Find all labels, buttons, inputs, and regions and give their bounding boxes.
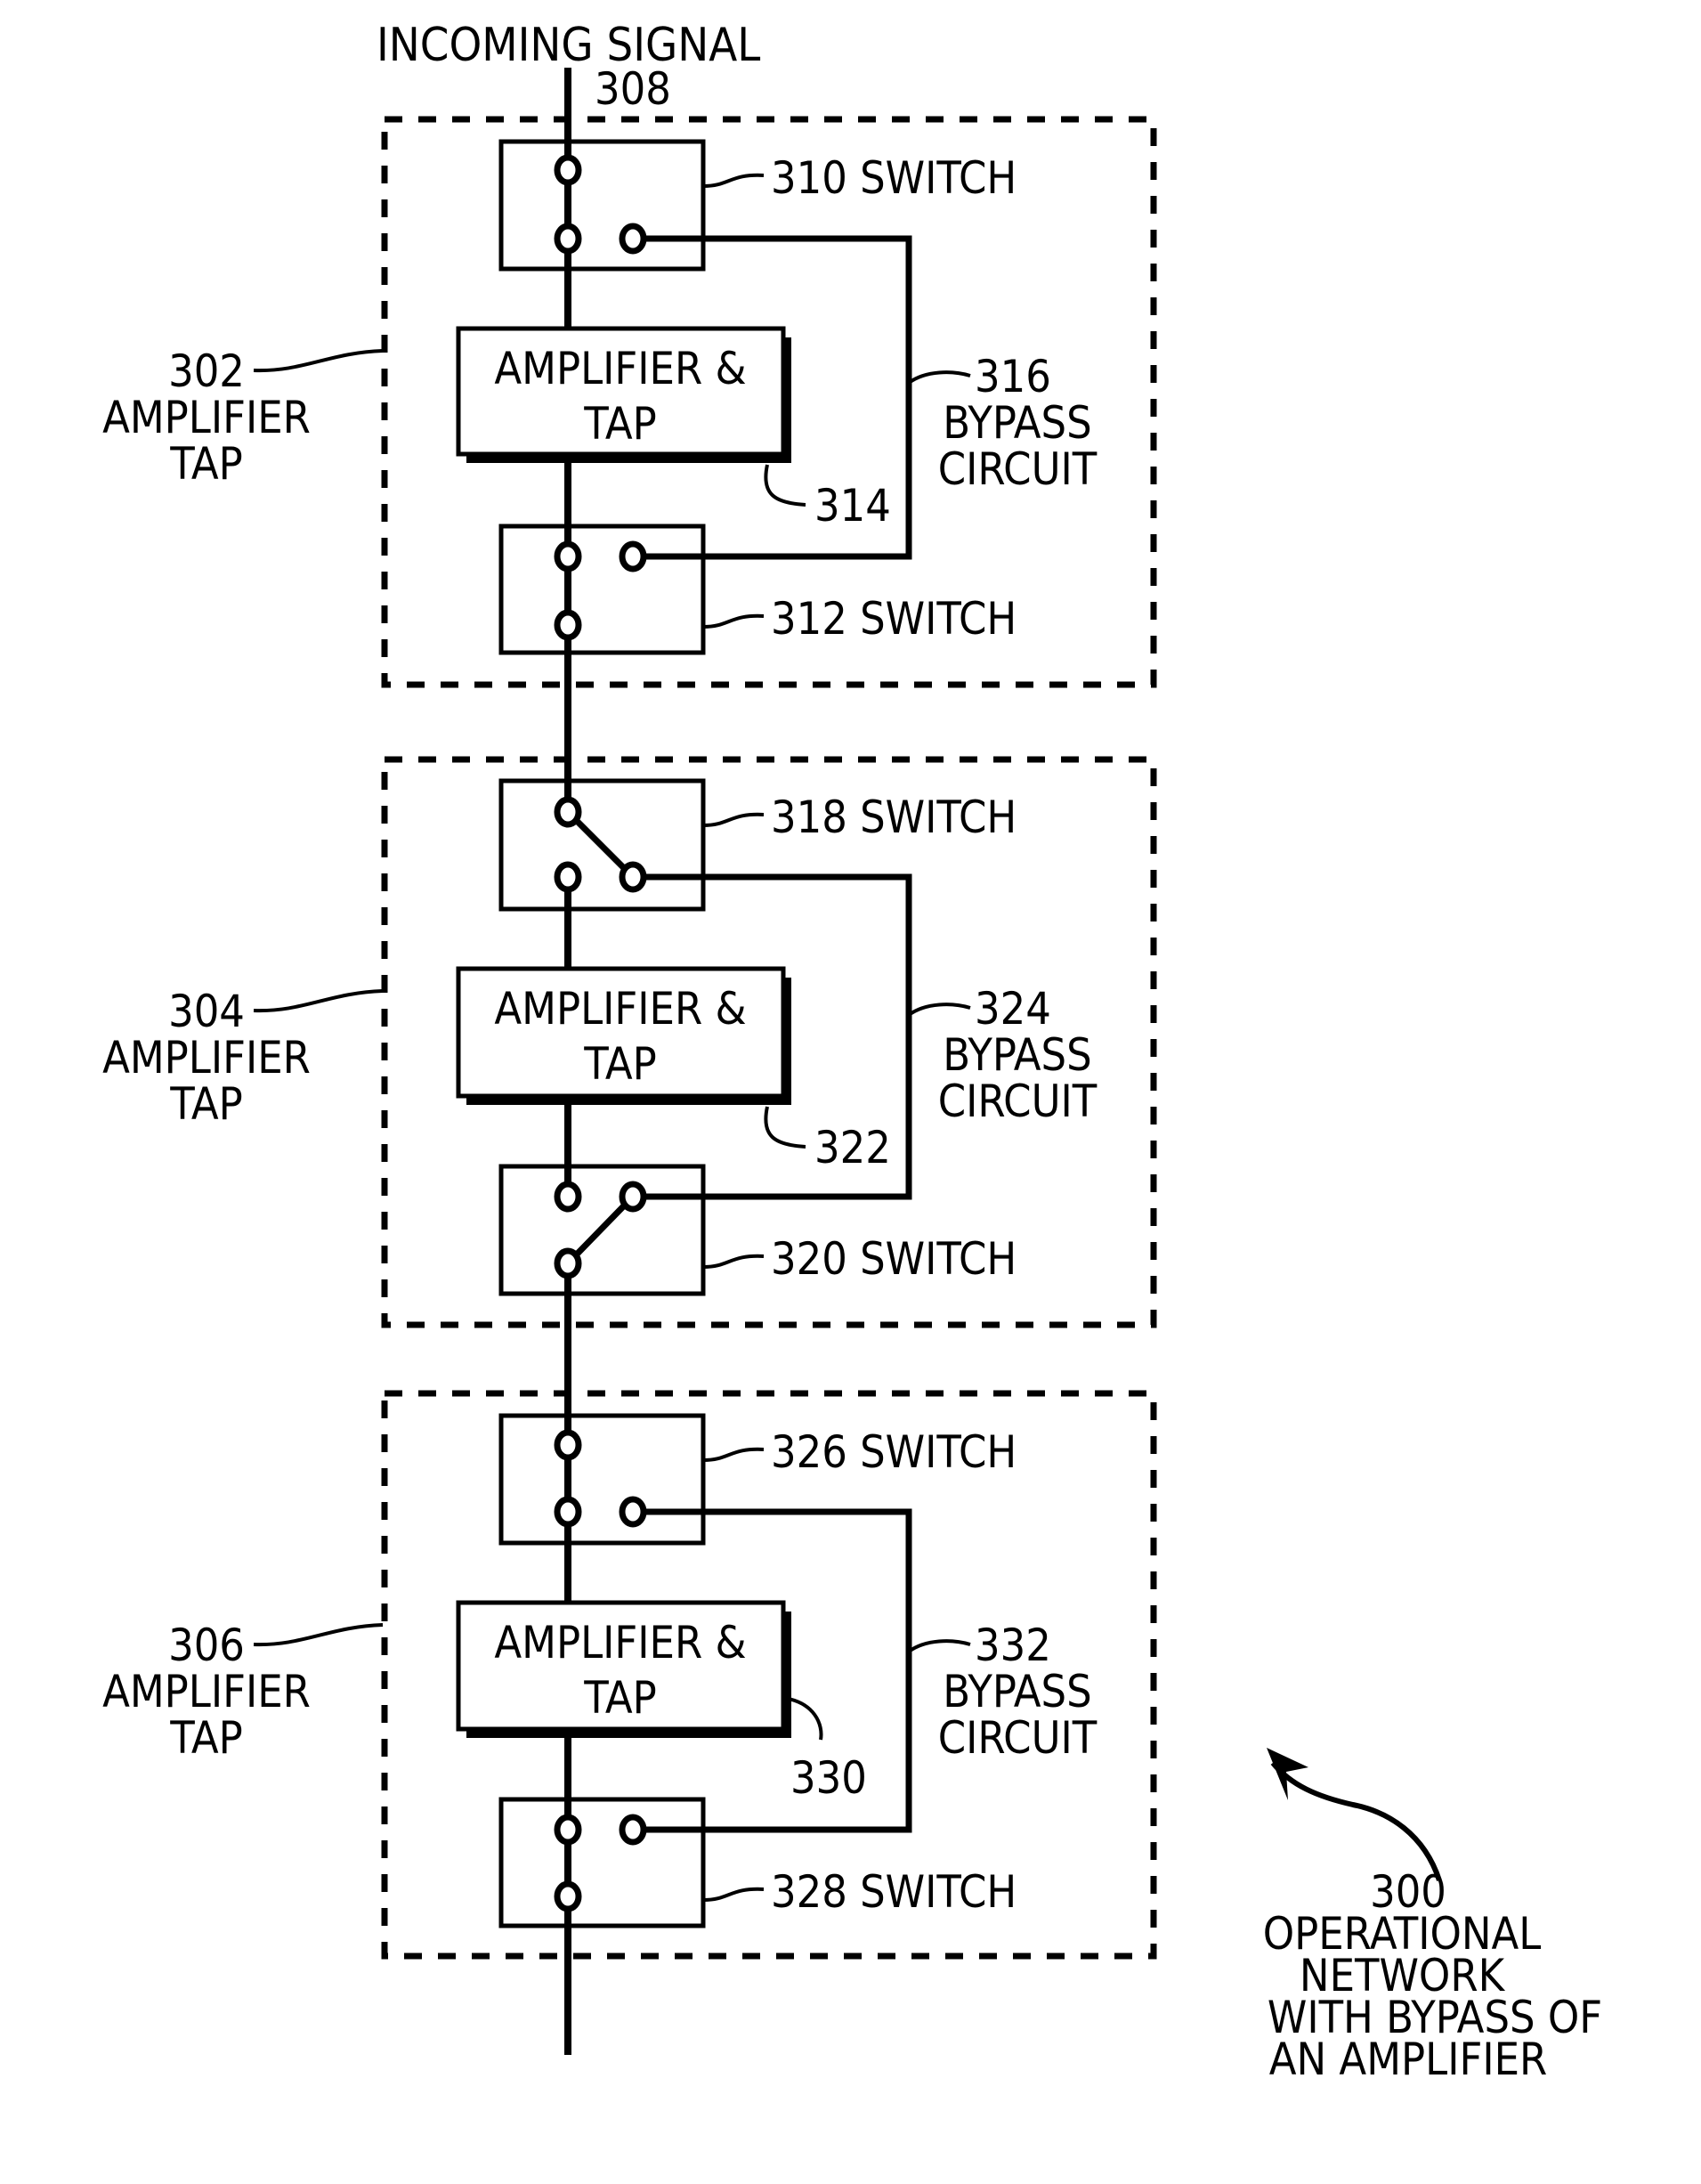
- bottom-switch: 312 SWITCH: [498, 524, 1017, 655]
- switch-label: 310 SWITCH: [771, 152, 1017, 204]
- amplifier-tap-ref: 302: [168, 345, 245, 397]
- amplifier-ref: 330: [790, 1752, 867, 1804]
- amplifier-label-line-2: TAP: [583, 1038, 656, 1090]
- top-switch: 318 SWITCH: [498, 778, 1017, 912]
- switch-contact-icon: [619, 1496, 647, 1528]
- amplifier-ref: 322: [814, 1122, 891, 1173]
- switch-box: [498, 139, 706, 272]
- amplifier-tap-name-line-1: AMPLIFIER: [102, 392, 311, 443]
- bypass-label-line-2: CIRCUIT: [938, 1712, 1098, 1764]
- switch-contact-icon: [554, 1880, 582, 1912]
- amplifier-tap-ref: 304: [168, 986, 245, 1037]
- switch-label: 312 SWITCH: [771, 593, 1017, 645]
- amplifier-label-line-1: AMPLIFIER &: [494, 983, 746, 1035]
- switch-box: [498, 1797, 706, 1928]
- switch-contact-icon: [554, 1814, 582, 1846]
- switch-contact-icon: [619, 1814, 647, 1846]
- switch-box: [498, 1413, 706, 1546]
- amplifier-tap-name-line-2: TAP: [169, 1078, 242, 1130]
- bypass-label-line-2: CIRCUIT: [938, 443, 1098, 495]
- amplifier-tap-name-line-1: AMPLIFIER: [102, 1032, 311, 1084]
- top-switch: 326 SWITCH: [498, 1413, 1017, 1546]
- switch-contact-icon: [619, 861, 647, 893]
- switch-contact-icon: [554, 609, 582, 641]
- switch-contact-icon: [619, 540, 647, 572]
- bottom-switch: 328 SWITCH: [498, 1797, 1017, 1928]
- bottom-switch: 320 SWITCH: [498, 1164, 1017, 1296]
- switch-contact-icon: [554, 1429, 582, 1461]
- operational-network-diagram: INCOMING SIGNAL 308 AMPLIFIER &TAP314310…: [102, 19, 1602, 2085]
- amplifier-tap-name-line-1: AMPLIFIER: [102, 1666, 311, 1717]
- switch-contact-icon: [554, 1496, 582, 1528]
- incoming-signal-label: INCOMING SIGNAL: [377, 19, 760, 72]
- switch-box: [498, 524, 706, 655]
- switch-contact-icon: [554, 223, 582, 255]
- amplifier-label-line-2: TAP: [583, 398, 656, 450]
- bypass-label-line-1: BYPASS: [943, 1029, 1091, 1081]
- bypass-ref: 332: [975, 1620, 1051, 1671]
- amplifier-label-line-2: TAP: [583, 1672, 656, 1724]
- bypass-ref: 316: [975, 351, 1051, 402]
- switch-contact-icon: [554, 540, 582, 572]
- amplifier-tap-ref: 306: [168, 1620, 245, 1671]
- switch-contact-icon: [619, 223, 647, 255]
- amplifier-tap-block: AMPLIFIER &TAP314310 SWITCH312 SWITCH316…: [102, 116, 1157, 688]
- switch-contact-icon: [554, 1247, 582, 1279]
- switch-contact-icon: [554, 796, 582, 828]
- bypass-ref: 324: [975, 983, 1051, 1035]
- bypass-label-line-1: BYPASS: [943, 397, 1091, 449]
- network-callout-arrow: [1270, 1761, 1442, 1881]
- amplifier-label-line-1: AMPLIFIER &: [494, 343, 746, 394]
- switch-contact-icon: [554, 861, 582, 893]
- switch-label: 326 SWITCH: [771, 1426, 1017, 1478]
- switch-label: 320 SWITCH: [771, 1233, 1017, 1285]
- amplifier-tap-name-line-2: TAP: [169, 1712, 242, 1764]
- amplifier-label-line-1: AMPLIFIER &: [494, 1617, 746, 1668]
- switch-contact-icon: [554, 154, 582, 186]
- bypass-label-line-1: BYPASS: [943, 1666, 1091, 1717]
- amplifier-tap-block: AMPLIFIER &TAP330326 SWITCH328 SWITCH332…: [102, 1390, 1157, 1960]
- signal-ref-308: 308: [595, 63, 671, 115]
- bypass-label-line-2: CIRCUIT: [938, 1076, 1098, 1127]
- switch-label: 318 SWITCH: [771, 792, 1017, 843]
- switch-contact-icon: [554, 1181, 582, 1213]
- amplifier-tap-name-line-2: TAP: [169, 438, 242, 490]
- amplifier-ref: 314: [814, 480, 891, 532]
- top-switch: 310 SWITCH: [498, 139, 1017, 272]
- network-label-line-4: AN AMPLIFIER: [1269, 2034, 1548, 2085]
- switch-contact-icon: [619, 1181, 647, 1213]
- switch-label: 328 SWITCH: [771, 1866, 1017, 1918]
- amplifier-tap-block: AMPLIFIER &TAP322318 SWITCH320 SWITCH324…: [102, 756, 1157, 1328]
